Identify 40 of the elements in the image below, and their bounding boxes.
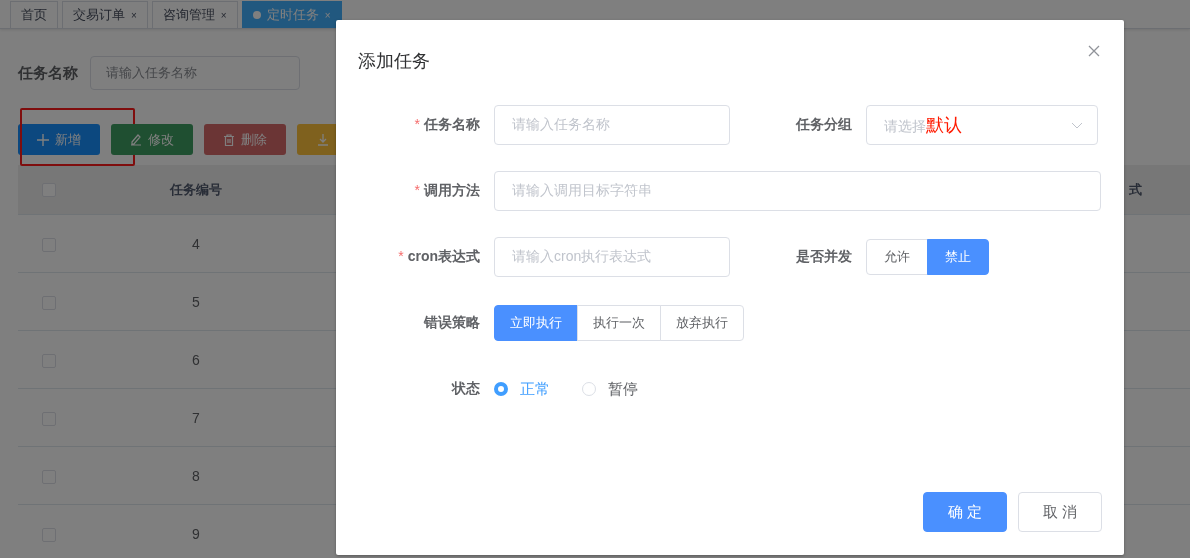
table-cell: 5 xyxy=(192,293,200,310)
table-cell: 6 xyxy=(192,351,200,368)
toolbar-button[interactable]: 删除 xyxy=(204,124,286,155)
option-button[interactable]: 立即执行 xyxy=(494,305,578,341)
field-label: * 调用方法 xyxy=(413,182,480,200)
close-icon[interactable]: × xyxy=(220,9,227,21)
input-field[interactable]: 请输入调用目标字符串 xyxy=(494,171,1101,211)
tab[interactable]: 定时任务 × xyxy=(241,1,342,28)
option-button[interactable]: 放弃执行 xyxy=(660,305,744,341)
toolbar-button[interactable]: 新增 xyxy=(18,124,100,155)
field-label: * cron表达式 xyxy=(397,248,480,266)
table-cell: 8 xyxy=(192,467,200,484)
toolbar-button[interactable]: 修改 xyxy=(111,124,193,155)
confirm-button[interactable]: 确 定 xyxy=(923,492,1007,532)
field-label: * 任务名称 xyxy=(413,116,480,134)
tab[interactable]: 咨询管理 × xyxy=(151,1,238,28)
tab[interactable]: 交易订单 × xyxy=(62,1,148,28)
radio-label[interactable]: 暂停 xyxy=(608,379,638,399)
column-header: 式 xyxy=(1129,181,1142,197)
input-field[interactable]: 请输入任务名称 xyxy=(494,105,730,145)
close-icon[interactable]: × xyxy=(131,9,137,21)
option-button[interactable]: 禁止 xyxy=(927,239,989,275)
filter-label: 任务名称 xyxy=(18,63,78,83)
input-field[interactable]: 请输入cron执行表达式 xyxy=(494,237,730,277)
table-cell: 4 xyxy=(192,235,200,252)
close-icon[interactable]: × xyxy=(324,9,331,21)
field-label: 错误策略 xyxy=(422,314,480,332)
option-button[interactable]: 执行一次 xyxy=(577,305,661,341)
radio-label[interactable]: 正常 xyxy=(520,379,550,399)
option-button[interactable]: 允许 xyxy=(866,239,928,275)
column-header: 任务编号 xyxy=(170,181,222,197)
field-label: 是否并发 xyxy=(795,248,852,266)
cancel-button[interactable]: 取 消 xyxy=(1018,492,1102,532)
table-cell: 9 xyxy=(192,525,200,542)
table-cell: 7 xyxy=(192,409,200,426)
field-label: 状态 xyxy=(450,380,480,398)
field-label: 任务分组 xyxy=(794,116,852,134)
tab[interactable]: 首页 xyxy=(10,1,58,28)
select-field[interactable]: 请选择默认 xyxy=(866,105,1098,145)
dialog-title: 添加任务 xyxy=(358,50,430,73)
